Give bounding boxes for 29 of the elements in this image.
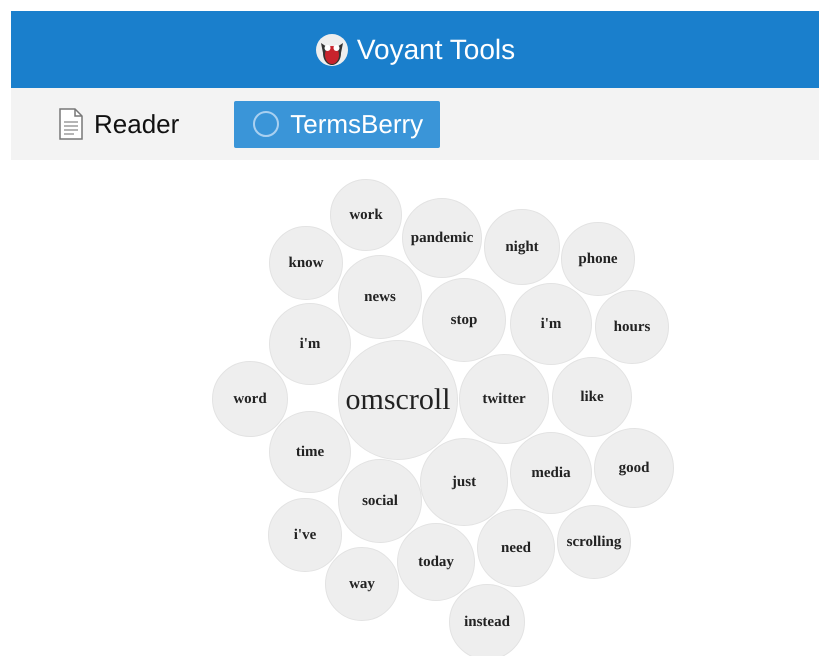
term-bubble[interactable]: scrolling bbox=[557, 505, 631, 579]
term-bubble[interactable]: way bbox=[325, 547, 399, 621]
tool-tab[interactable]: Reader bbox=[58, 100, 196, 148]
term-bubble[interactable]: need bbox=[477, 509, 555, 587]
term-bubble[interactable]: pandemic bbox=[402, 198, 482, 278]
term-bubble[interactable]: i've bbox=[268, 498, 342, 572]
term-bubble[interactable]: social bbox=[338, 459, 422, 543]
term-bubble[interactable]: word bbox=[212, 361, 288, 437]
term-bubble[interactable]: media bbox=[510, 432, 592, 514]
circle-icon bbox=[252, 110, 280, 138]
term-bubble[interactable]: just bbox=[420, 438, 508, 526]
term-bubble[interactable]: stop bbox=[422, 278, 506, 362]
term-bubble[interactable]: today bbox=[397, 523, 475, 601]
term-bubble[interactable]: hours bbox=[595, 290, 669, 364]
app-title: Voyant Tools bbox=[356, 34, 516, 66]
term-bubble[interactable]: twitter bbox=[459, 354, 549, 444]
term-bubble[interactable]: i'm bbox=[269, 303, 351, 385]
term-bubble[interactable]: time bbox=[269, 411, 351, 493]
document-icon bbox=[58, 108, 84, 140]
term-bubble[interactable]: night bbox=[484, 209, 560, 285]
term-bubble[interactable]: news bbox=[338, 255, 422, 339]
term-bubble[interactable]: instead bbox=[449, 584, 525, 656]
term-bubble[interactable]: work bbox=[330, 179, 402, 251]
term-bubble[interactable]: like bbox=[552, 357, 632, 437]
owl-logo-icon bbox=[314, 32, 349, 66]
term-bubble[interactable]: know bbox=[269, 226, 343, 300]
term-bubble[interactable]: good bbox=[594, 428, 674, 508]
term-bubble[interactable]: phone bbox=[561, 222, 635, 296]
term-bubble[interactable]: i'm bbox=[510, 283, 592, 365]
